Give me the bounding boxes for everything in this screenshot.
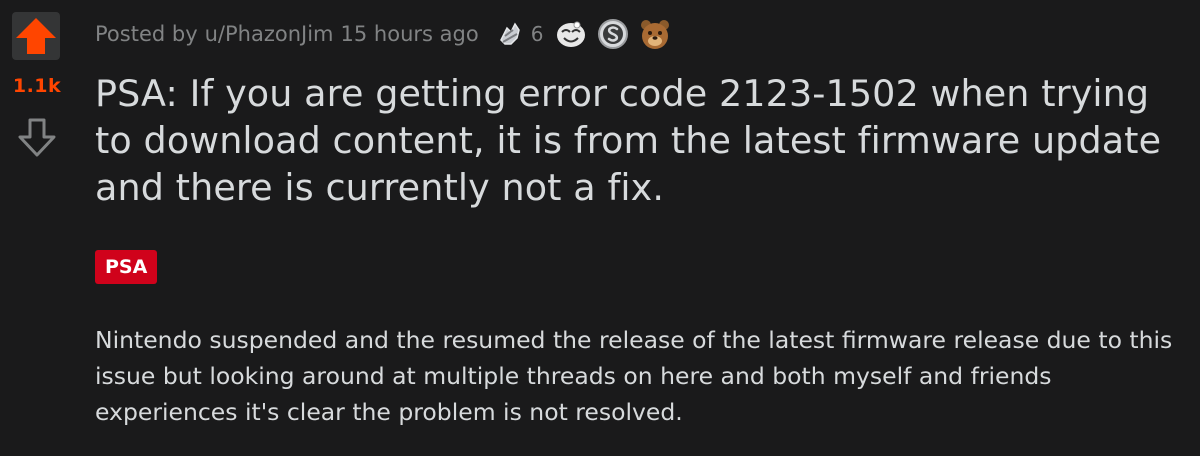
post-title[interactable]: PSA: If you are getting error code 2123-… — [95, 70, 1190, 211]
post-body: Nintendo suspended and the resumed the r… — [95, 326, 1173, 426]
post-meta: Posted by u/PhazonJim 15 hours ago 6 — [95, 14, 679, 54]
post-card: 1.1k Posted by u/PhazonJim 15 hours ago … — [0, 0, 1200, 456]
downvote-button[interactable] — [17, 117, 57, 159]
award-count: 6 — [530, 22, 544, 46]
upvote-button[interactable] — [12, 12, 60, 60]
hand-award-icon[interactable] — [493, 16, 529, 52]
vote-score: 1.1k — [12, 75, 62, 97]
posted-by-label: Posted by — [95, 22, 198, 46]
vote-column: 1.1k — [0, 0, 76, 456]
awards-bar[interactable]: 6 — [493, 16, 680, 52]
wholesome-face-award-icon[interactable] — [553, 16, 589, 52]
bear-award-icon[interactable] — [637, 16, 673, 52]
silver-coin-award-icon[interactable] — [595, 16, 631, 52]
author-link[interactable]: u/PhazonJim — [205, 22, 334, 46]
post-timestamp: 15 hours ago — [340, 22, 479, 46]
post-flair[interactable]: PSA — [95, 250, 158, 284]
downvote-arrow-icon — [18, 118, 56, 157]
upvote-arrow-icon — [12, 12, 60, 60]
